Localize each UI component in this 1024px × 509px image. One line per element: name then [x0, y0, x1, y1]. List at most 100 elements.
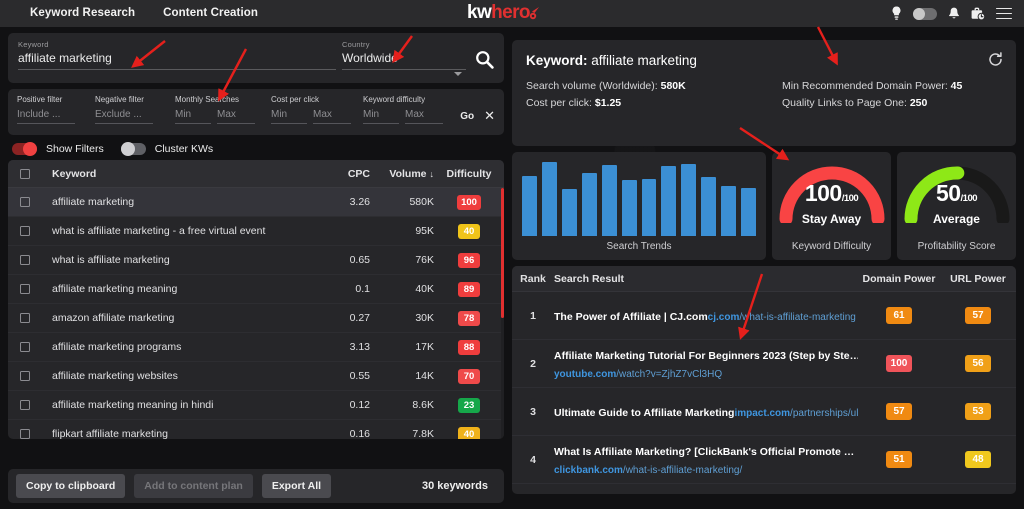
row-checkbox[interactable]	[20, 429, 30, 439]
filter-input-searches-min[interactable]: Min	[175, 109, 211, 124]
briefcase-clock-icon[interactable]	[971, 7, 985, 21]
hamburger-menu-icon[interactable]	[996, 4, 1012, 22]
select-all-checkbox[interactable]	[20, 168, 30, 179]
serp-table-row[interactable]: 1 The Power of Affiliate | CJ.comcj.com/w…	[512, 292, 1016, 340]
row-volume: 580K	[409, 196, 434, 208]
country-field-label: Country	[342, 40, 370, 49]
search-trend-bar	[581, 173, 597, 236]
keyword-table-row[interactable]: affiliate marketing meaning 0.1 40K 89	[8, 275, 504, 304]
row-checkbox[interactable]	[20, 255, 30, 265]
copy-to-clipboard-button[interactable]: Copy to clipboard	[16, 474, 126, 498]
filter-input-exclude[interactable]: Exclude ...	[95, 109, 153, 124]
column-header-cpc[interactable]: CPC	[306, 168, 370, 180]
serp-result-url[interactable]: clickbank.com/what-is-affiliate-marketin…	[554, 465, 742, 476]
column-header-keyword[interactable]: Keyword	[42, 168, 306, 180]
overview-title: Keyword: affiliate marketing	[526, 53, 1002, 68]
filter-input-include[interactable]: Include ...	[17, 109, 75, 124]
filter-input-cpc-max[interactable]: Max	[313, 109, 351, 124]
min-domain-power-label: Min Recommended Domain Power:	[782, 80, 948, 92]
add-to-content-plan-button[interactable]: Add to content plan	[134, 474, 253, 498]
domain-power-badge: 51	[886, 451, 912, 468]
keyword-table-row[interactable]: what is affiliate marketing - a free vir…	[8, 217, 504, 246]
filter-go-button[interactable]: Go	[460, 95, 474, 122]
serp-rank: 4	[530, 453, 536, 466]
row-checkbox[interactable]	[20, 284, 30, 294]
row-difficulty-cell: 40	[434, 223, 504, 239]
row-checkbox[interactable]	[20, 342, 30, 352]
difficulty-badge: 100	[457, 194, 481, 210]
serp-url-power-cell: 56	[940, 355, 1016, 372]
keyword-table-row[interactable]: affiliate marketing websites 0.55 14K 70	[8, 362, 504, 391]
serp-result-url[interactable]: cj.com/what-is-affiliate-marketing	[708, 312, 856, 323]
min-domain-power-value: 45	[950, 80, 963, 92]
country-select[interactable]: Worldwide	[342, 51, 466, 70]
search-trend-bar	[701, 177, 717, 236]
filter-input-difficulty-min[interactable]: Min	[363, 109, 399, 124]
row-checkbox[interactable]	[20, 226, 30, 236]
app-logo[interactable]: kw hero	[467, 2, 540, 24]
nav-tab-keyword-research[interactable]: Keyword Research	[16, 0, 149, 27]
overview-title-prefix: Keyword:	[526, 53, 588, 68]
serp-rank: 2	[530, 357, 536, 370]
search-button[interactable]	[475, 50, 494, 74]
keyword-difficulty-denominator: /100	[841, 193, 859, 204]
profitability-value: 50/100	[897, 180, 1016, 207]
column-header-difficulty[interactable]: Difficulty	[434, 168, 504, 180]
row-keyword: affiliate marketing	[52, 196, 135, 208]
filter-input-searches-max[interactable]: Max	[217, 109, 255, 124]
keyword-table-row[interactable]: affiliate marketing meaning in hindi 0.12…	[8, 391, 504, 420]
bell-icon[interactable]	[948, 7, 960, 21]
serp-result-title: The Power of Affiliate | CJ.com	[554, 310, 708, 323]
filter-label-negative: Negative filter	[95, 95, 144, 104]
row-checkbox[interactable]	[20, 313, 30, 323]
theme-toggle-switch[interactable]	[913, 7, 937, 20]
row-difficulty-cell: 89	[434, 281, 504, 297]
serp-result-domain: cj.com	[707, 311, 740, 323]
row-volume: 76K	[415, 254, 434, 266]
scrollbar-thumb[interactable]	[501, 188, 504, 318]
difficulty-badge: 89	[458, 281, 480, 297]
filter-input-cpc-min[interactable]: Min	[271, 109, 307, 124]
serp-result-path: /what-is-affiliate-marketing	[739, 311, 856, 323]
filter-input-difficulty-max[interactable]: Max	[405, 109, 443, 124]
rocket-dart-icon	[529, 6, 540, 20]
filter-label-monthly-searches: Monthly Searches	[175, 95, 240, 104]
serp-table-row[interactable]: 2 Affiliate Marketing Tutorial For Beginn…	[512, 340, 1016, 388]
keyword-difficulty-verdict: Stay Away	[801, 212, 862, 226]
row-checkbox[interactable]	[20, 371, 30, 381]
profitability-number: 50	[935, 180, 961, 206]
lightbulb-icon[interactable]	[891, 6, 902, 21]
column-header-volume-label: Volume	[389, 167, 427, 180]
search-trend-bar	[522, 176, 537, 236]
cluster-kws-toggle[interactable]	[120, 141, 146, 156]
keyword-table-row[interactable]: amazon affiliate marketing 0.27 30K 78	[8, 304, 504, 333]
export-all-button[interactable]: Export All	[261, 474, 332, 498]
row-checkbox[interactable]	[20, 197, 30, 207]
serp-result-url[interactable]: impact.com/partnerships/ultimate-guide-t…	[734, 408, 858, 419]
serp-result-url[interactable]: youtube.com/watch?v=ZjhZ7vCl3HQ	[554, 369, 722, 380]
serp-table-row[interactable]: 3 Ultimate Guide to Affiliate Marketingim…	[512, 388, 1016, 436]
serp-table-row[interactable]: 4 What Is Affiliate Marketing? [ClickBank…	[512, 436, 1016, 484]
filter-label-positive: Positive filter	[17, 95, 63, 104]
show-filters-toggle[interactable]	[12, 141, 37, 156]
keyword-table-row[interactable]: what is affiliate marketing 0.65 76K 96	[8, 246, 504, 275]
serp-result-cell: The Power of Affiliate | CJ.comcj.com/wh…	[554, 307, 858, 325]
keyword-table-row[interactable]: affiliate marketing programs 3.13 17K 88	[8, 333, 504, 362]
serp-result-cell: Ultimate Guide to Affiliate Marketingimp…	[554, 403, 858, 421]
keyword-table-row[interactable]: affiliate marketing 3.26 580K 100	[8, 188, 504, 217]
row-cpc: 3.26	[349, 196, 370, 208]
keyword-table-row[interactable]: flipkart affiliate marketing 0.16 7.8K 40	[8, 420, 504, 439]
keyword-input[interactable]: affiliate marketing	[18, 51, 336, 70]
row-checkbox-cell	[8, 429, 42, 439]
difficulty-badge: 23	[458, 397, 480, 413]
filter-close-icon[interactable]: ✕	[484, 95, 495, 124]
column-header-volume[interactable]: Volume ↓	[370, 168, 434, 180]
keyword-table-scrollbar[interactable]	[501, 188, 504, 439]
row-checkbox-cell	[8, 197, 42, 207]
refresh-icon[interactable]	[988, 52, 1003, 72]
nav-tab-content-creation[interactable]: Content Creation	[149, 0, 272, 27]
profitability-gauge-card: 50/100 Average Profitability Score	[897, 152, 1016, 260]
row-checkbox[interactable]	[20, 400, 30, 410]
row-checkbox-cell	[8, 371, 42, 381]
chevron-down-icon[interactable]	[454, 72, 462, 76]
